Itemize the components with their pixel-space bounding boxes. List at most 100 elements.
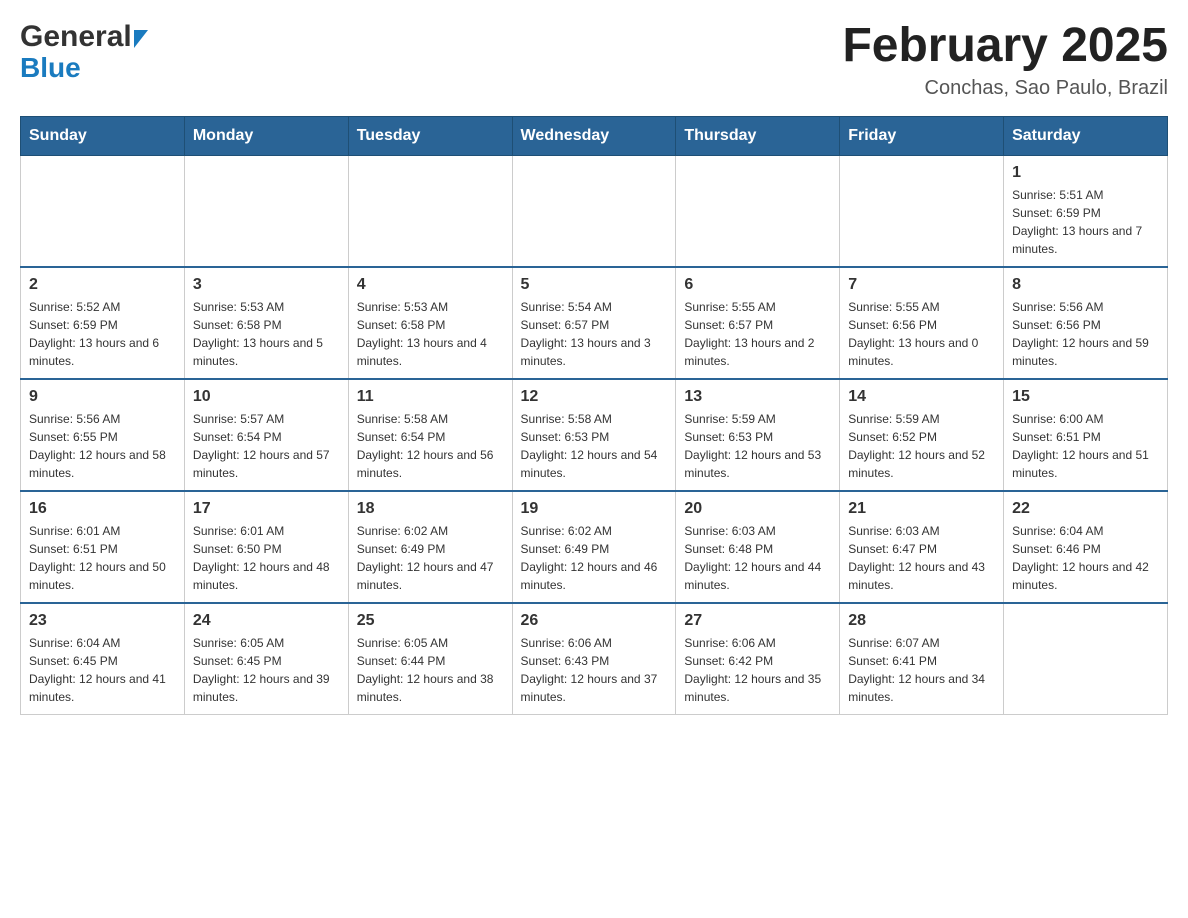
calendar-day-cell: 14 Sunrise: 5:59 AMSunset: 6:52 PMDayligh… <box>840 379 1004 491</box>
day-number: 2 <box>29 276 176 294</box>
day-info: Sunrise: 6:01 AMSunset: 6:51 PMDaylight:… <box>29 522 176 594</box>
location-subtitle: Conchas, Sao Paulo, Brazil <box>842 77 1168 100</box>
day-number: 23 <box>29 612 176 630</box>
calendar-day-cell: 19 Sunrise: 6:02 AMSunset: 6:49 PMDayligh… <box>512 491 676 603</box>
calendar-day-cell: 13 Sunrise: 5:59 AMSunset: 6:53 PMDayligh… <box>676 379 840 491</box>
day-info: Sunrise: 6:00 AMSunset: 6:51 PMDaylight:… <box>1012 410 1159 482</box>
calendar-day-cell: 12 Sunrise: 5:58 AMSunset: 6:53 PMDayligh… <box>512 379 676 491</box>
calendar-day-cell: 27 Sunrise: 6:06 AMSunset: 6:42 PMDayligh… <box>676 603 840 715</box>
day-number: 7 <box>848 276 995 294</box>
day-info: Sunrise: 6:02 AMSunset: 6:49 PMDaylight:… <box>521 522 668 594</box>
day-info: Sunrise: 5:59 AMSunset: 6:53 PMDaylight:… <box>684 410 831 482</box>
day-info: Sunrise: 6:06 AMSunset: 6:43 PMDaylight:… <box>521 634 668 706</box>
day-number: 14 <box>848 388 995 406</box>
day-info: Sunrise: 5:58 AMSunset: 6:53 PMDaylight:… <box>521 410 668 482</box>
calendar-day-cell: 5 Sunrise: 5:54 AMSunset: 6:57 PMDaylight… <box>512 267 676 379</box>
logo-general-text: General <box>20 20 132 54</box>
day-number: 11 <box>357 388 504 406</box>
day-info: Sunrise: 5:59 AMSunset: 6:52 PMDaylight:… <box>848 410 995 482</box>
day-number: 24 <box>193 612 340 630</box>
calendar-day-cell: 15 Sunrise: 6:00 AMSunset: 6:51 PMDayligh… <box>1004 379 1168 491</box>
calendar-day-cell: 11Sunrise: 5:58 AMSunset: 6:54 PMDayligh… <box>348 379 512 491</box>
calendar-week-row: 9 Sunrise: 5:56 AMSunset: 6:55 PMDaylight… <box>21 379 1168 491</box>
calendar-day-cell: 1 Sunrise: 5:51 AMSunset: 6:59 PMDaylight… <box>1004 155 1168 267</box>
title-area: February 2025 Conchas, Sao Paulo, Brazil <box>842 20 1168 100</box>
day-info: Sunrise: 6:07 AMSunset: 6:41 PMDaylight:… <box>848 634 995 706</box>
day-number: 26 <box>521 612 668 630</box>
calendar-day-cell: 25 Sunrise: 6:05 AMSunset: 6:44 PMDayligh… <box>348 603 512 715</box>
day-number: 3 <box>193 276 340 294</box>
day-info: Sunrise: 6:03 AMSunset: 6:48 PMDaylight:… <box>684 522 831 594</box>
day-number: 13 <box>684 388 831 406</box>
calendar-day-cell: 9 Sunrise: 5:56 AMSunset: 6:55 PMDaylight… <box>21 379 185 491</box>
calendar-day-cell: 20 Sunrise: 6:03 AMSunset: 6:48 PMDayligh… <box>676 491 840 603</box>
day-number: 8 <box>1012 276 1159 294</box>
weekday-header-tuesday: Tuesday <box>348 116 512 155</box>
day-number: 15 <box>1012 388 1159 406</box>
day-info: Sunrise: 5:57 AMSunset: 6:54 PMDaylight:… <box>193 410 340 482</box>
day-info: Sunrise: 5:52 AMSunset: 6:59 PMDaylight:… <box>29 298 176 370</box>
day-number: 12 <box>521 388 668 406</box>
calendar-day-cell: 26 Sunrise: 6:06 AMSunset: 6:43 PMDayligh… <box>512 603 676 715</box>
calendar-day-cell: 2 Sunrise: 5:52 AMSunset: 6:59 PMDaylight… <box>21 267 185 379</box>
calendar-day-cell: 16 Sunrise: 6:01 AMSunset: 6:51 PMDayligh… <box>21 491 185 603</box>
calendar-week-row: 23 Sunrise: 6:04 AMSunset: 6:45 PMDayligh… <box>21 603 1168 715</box>
day-info: Sunrise: 5:54 AMSunset: 6:57 PMDaylight:… <box>521 298 668 370</box>
day-number: 18 <box>357 500 504 518</box>
calendar-day-cell <box>512 155 676 267</box>
day-info: Sunrise: 6:06 AMSunset: 6:42 PMDaylight:… <box>684 634 831 706</box>
day-info: Sunrise: 5:53 AMSunset: 6:58 PMDaylight:… <box>357 298 504 370</box>
day-info: Sunrise: 6:03 AMSunset: 6:47 PMDaylight:… <box>848 522 995 594</box>
day-number: 5 <box>521 276 668 294</box>
weekday-header-sunday: Sunday <box>21 116 185 155</box>
logo-blue-text: Blue <box>20 54 81 82</box>
calendar-day-cell: 18 Sunrise: 6:02 AMSunset: 6:49 PMDayligh… <box>348 491 512 603</box>
calendar-day-cell: 23 Sunrise: 6:04 AMSunset: 6:45 PMDayligh… <box>21 603 185 715</box>
calendar-day-cell <box>1004 603 1168 715</box>
day-number: 25 <box>357 612 504 630</box>
calendar-day-cell <box>21 155 185 267</box>
day-info: Sunrise: 5:55 AMSunset: 6:56 PMDaylight:… <box>848 298 995 370</box>
calendar-day-cell: 10 Sunrise: 5:57 AMSunset: 6:54 PMDayligh… <box>184 379 348 491</box>
logo: General Blue <box>20 20 148 82</box>
calendar-day-cell: 8Sunrise: 5:56 AMSunset: 6:56 PMDaylight… <box>1004 267 1168 379</box>
day-info: Sunrise: 5:56 AMSunset: 6:55 PMDaylight:… <box>29 410 176 482</box>
calendar-day-cell: 21Sunrise: 6:03 AMSunset: 6:47 PMDayligh… <box>840 491 1004 603</box>
calendar-day-cell: 4Sunrise: 5:53 AMSunset: 6:58 PMDaylight… <box>348 267 512 379</box>
day-number: 28 <box>848 612 995 630</box>
calendar-day-cell: 22 Sunrise: 6:04 AMSunset: 6:46 PMDayligh… <box>1004 491 1168 603</box>
calendar-table: SundayMondayTuesdayWednesdayThursdayFrid… <box>20 116 1168 715</box>
weekday-header-saturday: Saturday <box>1004 116 1168 155</box>
day-info: Sunrise: 6:02 AMSunset: 6:49 PMDaylight:… <box>357 522 504 594</box>
day-number: 27 <box>684 612 831 630</box>
calendar-day-cell <box>348 155 512 267</box>
weekday-header-monday: Monday <box>184 116 348 155</box>
calendar-day-cell: 28 Sunrise: 6:07 AMSunset: 6:41 PMDayligh… <box>840 603 1004 715</box>
calendar-day-cell: 6 Sunrise: 5:55 AMSunset: 6:57 PMDaylight… <box>676 267 840 379</box>
day-info: Sunrise: 5:51 AMSunset: 6:59 PMDaylight:… <box>1012 186 1159 258</box>
day-number: 1 <box>1012 164 1159 182</box>
calendar-week-row: 2 Sunrise: 5:52 AMSunset: 6:59 PMDaylight… <box>21 267 1168 379</box>
day-info: Sunrise: 6:04 AMSunset: 6:45 PMDaylight:… <box>29 634 176 706</box>
day-number: 20 <box>684 500 831 518</box>
logo-arrow-icon <box>134 30 148 48</box>
calendar-day-cell: 24 Sunrise: 6:05 AMSunset: 6:45 PMDayligh… <box>184 603 348 715</box>
day-number: 9 <box>29 388 176 406</box>
day-number: 16 <box>29 500 176 518</box>
calendar-day-cell: 7 Sunrise: 5:55 AMSunset: 6:56 PMDaylight… <box>840 267 1004 379</box>
day-number: 6 <box>684 276 831 294</box>
calendar-week-row: 16 Sunrise: 6:01 AMSunset: 6:51 PMDayligh… <box>21 491 1168 603</box>
weekday-header-thursday: Thursday <box>676 116 840 155</box>
weekday-header-wednesday: Wednesday <box>512 116 676 155</box>
day-number: 10 <box>193 388 340 406</box>
day-info: Sunrise: 6:04 AMSunset: 6:46 PMDaylight:… <box>1012 522 1159 594</box>
calendar-header-row: SundayMondayTuesdayWednesdayThursdayFrid… <box>21 116 1168 155</box>
day-info: Sunrise: 6:05 AMSunset: 6:45 PMDaylight:… <box>193 634 340 706</box>
day-number: 17 <box>193 500 340 518</box>
calendar-day-cell <box>676 155 840 267</box>
day-info: Sunrise: 5:55 AMSunset: 6:57 PMDaylight:… <box>684 298 831 370</box>
day-number: 19 <box>521 500 668 518</box>
day-info: Sunrise: 6:05 AMSunset: 6:44 PMDaylight:… <box>357 634 504 706</box>
calendar-day-cell: 3Sunrise: 5:53 AMSunset: 6:58 PMDaylight… <box>184 267 348 379</box>
day-number: 22 <box>1012 500 1159 518</box>
